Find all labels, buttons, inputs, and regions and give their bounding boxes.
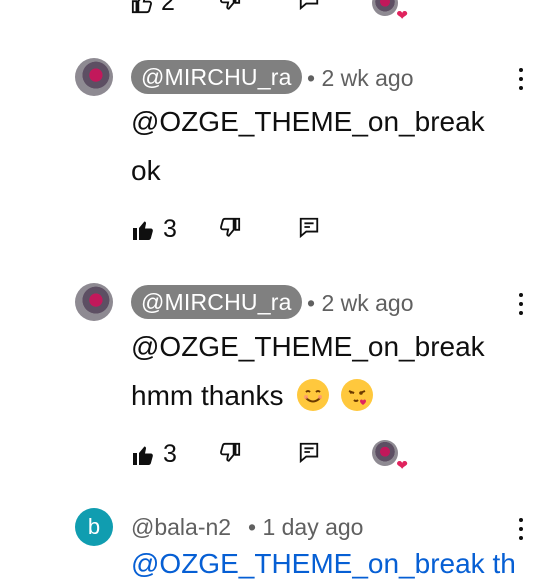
comment-age: • 1 day ago bbox=[248, 514, 364, 540]
thumbs-up-icon bbox=[133, 221, 153, 240]
like-button[interactable]: 3 bbox=[131, 215, 177, 244]
comment-age: • 2 wk ago bbox=[307, 65, 414, 91]
comment-age: • 2 wk ago bbox=[307, 290, 414, 316]
creator-avatar: ❤ bbox=[372, 440, 408, 473]
author-handle[interactable]: @bala-n2 bbox=[131, 514, 231, 541]
heart-icon: ❤ bbox=[396, 457, 408, 473]
avatar[interactable]: b bbox=[75, 508, 113, 546]
more-options-button[interactable] bbox=[518, 518, 524, 544]
creator-heart: ❤ bbox=[372, 440, 408, 473]
like-button[interactable]: 3 bbox=[131, 440, 177, 469]
reply-button[interactable] bbox=[298, 216, 320, 243]
thumbs-down-icon bbox=[220, 0, 241, 10]
comment-mention[interactable]: @OZGE_THEME_on_break th bbox=[131, 548, 516, 580]
smiling-face-emoji-icon bbox=[297, 378, 330, 411]
reply-button[interactable] bbox=[298, 0, 320, 15]
avatar[interactable] bbox=[75, 58, 113, 96]
thumbs-up-icon bbox=[133, 446, 153, 465]
thumbs-up-icon bbox=[131, 0, 152, 13]
comment-mention[interactable]: @OZGE_THEME_on_break bbox=[131, 106, 485, 138]
avatar-letter: b bbox=[87, 514, 101, 539]
dislike-button[interactable] bbox=[219, 217, 241, 244]
author-handle-chip[interactable]: @MIRCHU_ra bbox=[131, 60, 302, 94]
heart-icon: ❤ bbox=[396, 7, 408, 23]
thumbs-down-icon bbox=[220, 442, 241, 462]
creator-avatar: ❤ bbox=[372, 0, 408, 23]
dislike-button[interactable] bbox=[219, 442, 241, 469]
reply-icon bbox=[299, 0, 319, 11]
thumbs-down-icon bbox=[220, 217, 241, 237]
reply-icon bbox=[299, 217, 319, 239]
like-count: 2 bbox=[161, 0, 175, 16]
author-handle-chip[interactable]: @MIRCHU_ra bbox=[131, 285, 302, 319]
face-blowing-kiss-emoji-icon bbox=[341, 378, 374, 411]
reply-button[interactable] bbox=[298, 441, 320, 468]
avatar[interactable] bbox=[75, 283, 113, 321]
comment-text: hmm thanks bbox=[131, 380, 284, 411]
more-options-button[interactable] bbox=[518, 293, 524, 319]
creator-heart: ❤ bbox=[372, 0, 408, 23]
like-count: 3 bbox=[163, 215, 177, 243]
reply-icon bbox=[299, 442, 319, 464]
comment-text-row: hmm thanks bbox=[131, 378, 374, 414]
like-count: 3 bbox=[163, 440, 177, 468]
comment-text: ok bbox=[131, 155, 161, 186]
like-button[interactable]: 2 bbox=[131, 0, 175, 17]
comment-mention[interactable]: @OZGE_THEME_on_break bbox=[131, 331, 485, 363]
dislike-button[interactable] bbox=[219, 0, 241, 17]
more-options-button[interactable] bbox=[518, 68, 524, 94]
